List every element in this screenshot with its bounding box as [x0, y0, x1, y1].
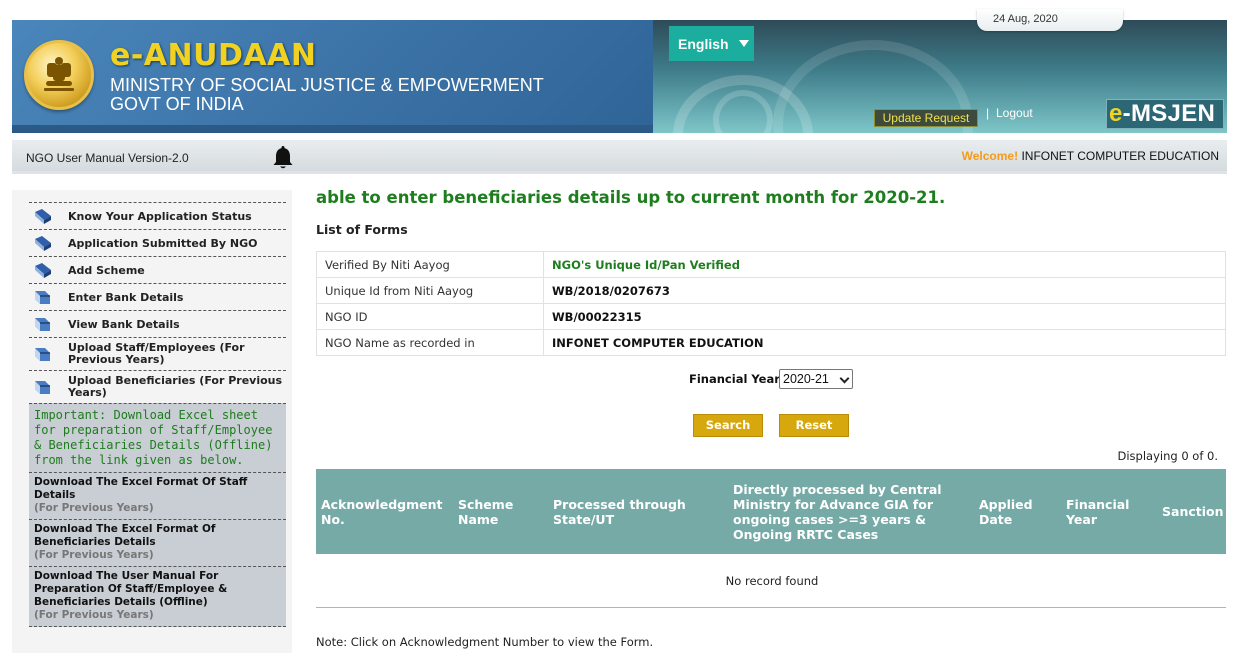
forms-table-header: Acknowledgment No. Scheme Name Processed…: [316, 469, 1226, 554]
book-icon: [35, 291, 50, 304]
column-header-applied-date[interactable]: Applied Date: [979, 469, 1054, 554]
download-beneficiaries-excel-link[interactable]: Download The Excel Format Of Beneficiari…: [29, 519, 286, 566]
table-row: NGO Name as recorded in INFONET COMPUTER…: [316, 329, 1226, 356]
info-value: NGO's Unique Id/Pan Verified: [543, 251, 1226, 278]
sidebar-item-view-bank-details[interactable]: View Bank Details: [29, 310, 286, 337]
reset-button[interactable]: Reset: [779, 414, 849, 437]
current-date: 24 Aug, 2020: [977, 9, 1123, 31]
caret-down-icon: [738, 40, 749, 47]
book-icon: [35, 348, 50, 361]
info-label: Unique Id from Niti Aayog: [316, 277, 544, 304]
column-header-scheme-name[interactable]: Scheme Name: [458, 469, 533, 554]
footer-note: Note: Click on Acknowledgment Number to …: [316, 635, 654, 649]
sidebar-item-label: Know Your Application Status: [68, 209, 252, 223]
info-value: WB/00022315: [543, 303, 1226, 330]
column-header-processed-state[interactable]: Processed through State/UT: [553, 469, 713, 554]
download-title: Download The User Manual For Preparation…: [34, 570, 228, 608]
ministry-name: MINISTRY OF SOCIAL JUSTICE & EMPOWERMENT: [110, 75, 544, 95]
sidebar-item-application-submitted[interactable]: Application Submitted By NGO: [29, 229, 286, 256]
financial-year-select[interactable]: 2020-21: [779, 369, 853, 389]
logo-prefix: e: [1109, 100, 1123, 127]
download-subtitle: (For Previous Years): [34, 549, 154, 561]
info-label: NGO ID: [316, 303, 544, 330]
update-request-button[interactable]: Update Request: [874, 109, 978, 127]
welcome-user-name: INFONET COMPUTER EDUCATION: [1021, 149, 1219, 163]
logo-suffix: -MSJEN: [1122, 100, 1216, 127]
list-of-forms-heading: List of Forms: [316, 222, 408, 237]
user-manual-link[interactable]: NGO User Manual Version-2.0: [26, 151, 189, 165]
financial-year-label: Financial Year: [689, 372, 780, 386]
download-title: Download The Excel Format Of Staff Detai…: [34, 476, 248, 501]
table-row: Unique Id from Niti Aayog WB/2018/020767…: [316, 277, 1226, 304]
column-header-sanction[interactable]: Sanction: [1162, 469, 1226, 554]
download-title: Download The Excel Format Of Beneficiari…: [34, 523, 216, 548]
sidebar: Know Your Application Status Application…: [12, 190, 292, 653]
sidebar-item-enter-bank-details[interactable]: Enter Bank Details: [29, 283, 286, 310]
empty-state-message: No record found: [725, 574, 819, 588]
header-banner: e-ANUDAAN MINISTRY OF SOCIAL JUSTICE & E…: [12, 20, 653, 133]
sidebar-item-label: Add Scheme: [68, 263, 145, 277]
sidebar-item-add-scheme[interactable]: Add Scheme: [29, 256, 286, 283]
ngo-info-table: Verified By Niti Aayog NGO's Unique Id/P…: [316, 251, 1226, 356]
sub-header-bar: NGO User Manual Version-2.0 Welcome! INF…: [12, 140, 1227, 174]
download-staff-excel-link[interactable]: Download The Excel Format Of Staff Detai…: [29, 472, 286, 519]
download-subtitle: (For Previous Years): [34, 609, 154, 621]
search-button[interactable]: Search: [693, 414, 763, 437]
welcome-label: Welcome!: [961, 149, 1019, 163]
sidebar-item-upload-staff[interactable]: Upload Staff/Employees (For Previous Yea…: [29, 337, 286, 370]
table-row: Verified By Niti Aayog NGO's Unique Id/P…: [316, 251, 1226, 278]
info-label: NGO Name as recorded in: [316, 329, 544, 356]
book-icon: [35, 381, 50, 394]
books-icon: [35, 209, 51, 224]
books-icon: [35, 236, 51, 251]
info-value: INFONET COMPUTER EDUCATION: [543, 329, 1226, 356]
bell-icon[interactable]: [272, 146, 294, 170]
announcement-marquee: able to enter beneficiaries details up t…: [316, 188, 946, 207]
sidebar-item-application-status[interactable]: Know Your Application Status: [29, 202, 286, 229]
sidebar-item-label: Enter Bank Details: [68, 290, 184, 304]
sidebar-item-label: Upload Beneficiaries (For Previous Years…: [68, 374, 283, 399]
national-emblem-icon: [24, 40, 94, 110]
welcome-message: Welcome! INFONET COMPUTER EDUCATION: [962, 149, 1219, 163]
site-header: e-ANUDAAN MINISTRY OF SOCIAL JUSTICE & E…: [12, 20, 1227, 133]
sidebar-item-label: Upload Staff/Employees (For Previous Yea…: [68, 341, 245, 366]
emsjen-logo: e-MSJEN: [1106, 99, 1224, 129]
books-icon: [35, 263, 51, 278]
column-header-central-ministry[interactable]: Directly processed by Central Ministry f…: [733, 469, 973, 554]
download-subtitle: (For Previous Years): [34, 502, 154, 514]
sidebar-item-label: Application Submitted By NGO: [68, 236, 258, 250]
record-count: Displaying 0 of 0.: [1117, 449, 1218, 463]
financial-year-value: 2020-21: [783, 372, 829, 386]
book-icon: [35, 318, 50, 331]
sidebar-item-upload-beneficiaries[interactable]: Upload Beneficiaries (For Previous Years…: [29, 370, 286, 403]
download-notice: Important: Download Excel sheet for prep…: [29, 403, 286, 472]
chevron-down-icon: [839, 373, 850, 384]
sidebar-item-label: View Bank Details: [68, 317, 180, 331]
info-value: WB/2018/0207673: [543, 277, 1226, 304]
info-label: Verified By Niti Aayog: [316, 251, 544, 278]
language-select[interactable]: English: [669, 26, 754, 61]
sidebar-menu: Know Your Application Status Application…: [29, 202, 286, 627]
brand-title: e-ANUDAAN: [110, 38, 317, 73]
table-divider: [316, 607, 1226, 608]
download-user-manual-link[interactable]: Download The User Manual For Preparation…: [29, 566, 286, 627]
column-header-acknowledgment[interactable]: Acknowledgment No.: [321, 469, 446, 554]
language-label: English: [678, 35, 729, 52]
logout-link[interactable]: Logout: [996, 106, 1033, 120]
government-name: GOVT OF INDIA: [110, 94, 244, 114]
table-row: NGO ID WB/00022315: [316, 303, 1226, 330]
column-header-financial-year[interactable]: Financial Year: [1066, 469, 1148, 554]
header-separator: |: [986, 106, 990, 120]
